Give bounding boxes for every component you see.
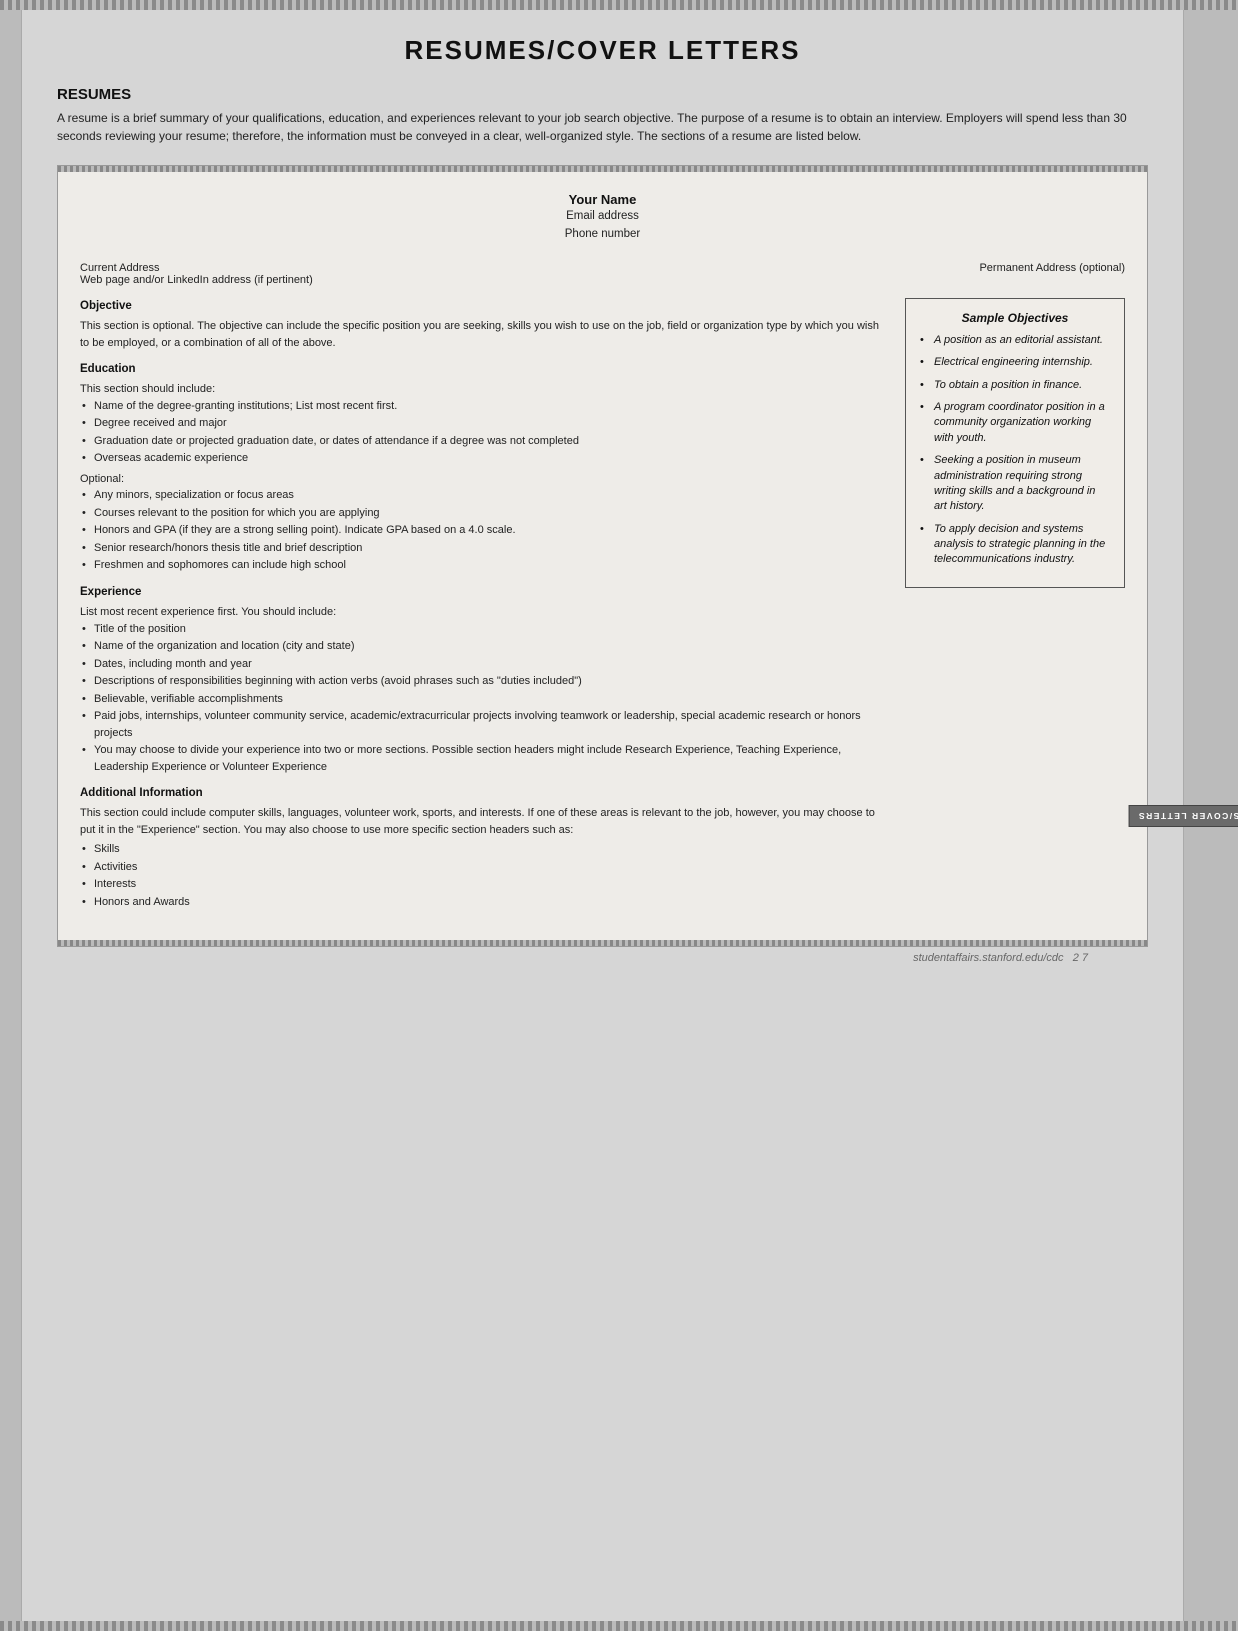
resume-document: Your Name Email address Phone number Cur… [57,165,1148,947]
resumes-heading: RESUMES [57,86,1148,103]
sample-obj-6: To apply decision and systems analysis t… [920,522,1110,568]
edu-opt-bullet-2: Courses relevant to the position for whi… [80,505,887,522]
resume-address-left: Current Address Web page and/or LinkedIn… [80,262,313,286]
webpage-label: Web page and/or LinkedIn address (if per… [80,274,313,286]
resume-right-column: Sample Objectives A position as an edito… [905,298,1125,921]
add-bullet-4: Honors and Awards [80,894,887,911]
doc-bottom-pattern [58,940,1147,946]
resumes-intro: A resume is a brief summary of your qual… [57,109,1148,145]
objective-title: Objective [80,298,887,315]
sample-obj-1: A position as an editorial assistant. [920,333,1110,348]
sample-obj-3: To obtain a position in finance. [920,378,1110,393]
education-optional-label: Optional: [80,471,887,488]
objective-text: This section is optional. The objective … [80,318,887,351]
resume-left-column: Objective This section is optional. The … [80,298,887,921]
education-bullet-2: Degree received and major [80,415,887,432]
edu-opt-bullet-3: Honors and GPA (if they are a strong sel… [80,522,887,539]
experience-bullets: Title of the position Name of the organi… [80,621,887,776]
page: RESUMES/COVER LETTERS RESUMES A resume i… [0,0,1238,1631]
sample-obj-4: A program coordinator position in a comm… [920,400,1110,446]
additional-section: Additional Information This section coul… [80,785,887,910]
education-bullet-3: Graduation date or projected graduation … [80,433,887,450]
resume-body: Objective This section is optional. The … [80,298,1125,921]
exp-bullet-5: Believable, verifiable accomplishments [80,691,887,708]
additional-bullets: Skills Activities Interests Honors and A… [80,841,887,910]
edu-opt-bullet-4: Senior research/honors thesis title and … [80,540,887,557]
top-pattern [0,0,1238,10]
education-bullet-4: Overseas academic experience [80,450,887,467]
additional-text: This section could include computer skil… [80,805,887,838]
resume-email: Email address [80,207,1125,225]
resumes-section: RESUMES A resume is a brief summary of y… [57,86,1148,145]
resume-address-row: Current Address Web page and/or LinkedIn… [80,262,1125,286]
exp-bullet-3: Dates, including month and year [80,656,887,673]
add-bullet-3: Interests [80,876,887,893]
exp-bullet-4: Descriptions of responsibilities beginni… [80,673,887,690]
education-intro: This section should include: [80,381,887,398]
education-optional-bullets: Any minors, specialization or focus area… [80,487,887,574]
exp-bullet-2: Name of the organization and location (c… [80,638,887,655]
resume-header: Your Name Email address Phone number [80,192,1125,244]
page-title: RESUMES/COVER LETTERS [57,35,1148,66]
sample-objectives-list: A position as an editorial assistant. El… [920,333,1110,568]
additional-title: Additional Information [80,785,887,802]
experience-section: Experience List most recent experience f… [80,584,887,775]
footer-page: 2 7 [1073,952,1088,964]
content-area: RESUMES/COVER LETTERS RESUMES A resume i… [22,10,1183,1621]
resume-name: Your Name [80,192,1125,207]
objective-section: Objective This section is optional. The … [80,298,887,351]
current-address-label: Current Address [80,262,313,274]
sample-obj-2: Electrical engineering internship. [920,355,1110,370]
left-sidebar [0,10,22,1621]
exp-bullet-7: You may choose to divide your experience… [80,742,887,775]
sidebar-tab: RESUMES/COVER LETTERS [1128,805,1238,827]
resume-phone: Phone number [80,225,1125,243]
page-footer: studentaffairs.stanford.edu/cdc 2 7 [57,947,1148,972]
edu-opt-bullet-5: Freshmen and sophomores can include high… [80,557,887,574]
add-bullet-2: Activities [80,859,887,876]
sample-objectives-title: Sample Objectives [920,311,1110,325]
education-bullet-1: Name of the degree-granting institutions… [80,398,887,415]
education-section: Education This section should include: N… [80,361,887,574]
sample-objectives-box: Sample Objectives A position as an edito… [905,298,1125,588]
education-title: Education [80,361,887,378]
right-sidebar: RESUMES/COVER LETTERS [1183,10,1238,1621]
bottom-pattern [0,1621,1238,1631]
exp-bullet-1: Title of the position [80,621,887,638]
experience-title: Experience [80,584,887,601]
sample-obj-5: Seeking a position in museum administrat… [920,453,1110,515]
education-bullets: Name of the degree-granting institutions… [80,398,887,467]
add-bullet-1: Skills [80,841,887,858]
resume-address-right: Permanent Address (optional) [979,262,1125,286]
doc-content: Your Name Email address Phone number Cur… [58,172,1147,940]
footer-url: studentaffairs.stanford.edu/cdc [913,952,1063,964]
experience-intro: List most recent experience first. You s… [80,604,887,621]
exp-bullet-6: Paid jobs, internships, volunteer commun… [80,708,887,741]
edu-opt-bullet-1: Any minors, specialization or focus area… [80,487,887,504]
